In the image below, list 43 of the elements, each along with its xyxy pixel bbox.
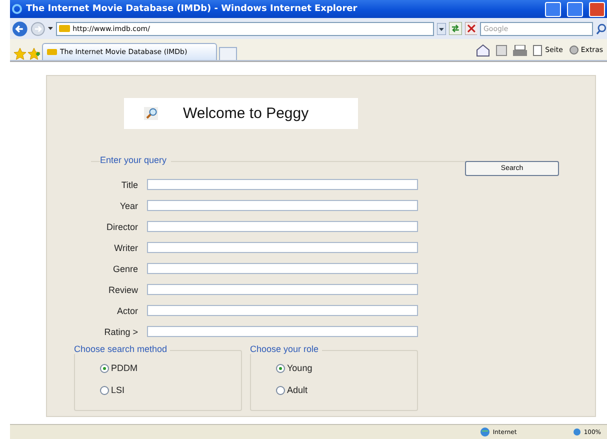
welcome-title: Welcome to Peggy — [183, 105, 309, 122]
forward-icon[interactable] — [30, 22, 45, 36]
query-legend: Enter your query — [100, 155, 171, 165]
input-field[interactable] — [147, 326, 418, 337]
field-label: Year — [118, 200, 138, 210]
input-field[interactable] — [147, 200, 418, 211]
input-field[interactable] — [147, 305, 418, 316]
search-icon[interactable] — [596, 22, 607, 34]
input-field[interactable] — [147, 263, 418, 274]
field-label: Title — [120, 180, 138, 190]
input-field[interactable] — [147, 221, 418, 232]
field-label: Director — [105, 222, 138, 232]
radio-option[interactable]: Adult — [276, 385, 312, 395]
star-icon — [14, 48, 26, 60]
globe-icon — [480, 427, 490, 437]
field-label: Actor — [116, 306, 138, 316]
home-icon — [476, 44, 490, 56]
window-title: The Internet Movie Database (IMDb) - Windows Internet Explorer — [26, 4, 358, 14]
caret-icon — [48, 27, 53, 30]
field-label: Review — [107, 284, 138, 294]
site-icon — [47, 49, 57, 55]
field-label: Rating > — [103, 326, 138, 336]
stop-icon[interactable] — [464, 22, 478, 35]
input-field[interactable] — [147, 242, 418, 253]
radio-option[interactable]: PDDM — [100, 363, 138, 373]
group-legend: Choose search method — [74, 344, 170, 354]
browser-icon — [12, 4, 22, 14]
field-label: Writer — [113, 242, 138, 252]
radio-option[interactable]: Young — [276, 363, 312, 373]
group-legend: Choose your role — [250, 344, 322, 354]
radio-option[interactable]: LSI — [100, 385, 138, 395]
dropdown-icon — [436, 22, 446, 34]
input-field[interactable] — [147, 179, 418, 190]
site-icon — [58, 25, 70, 32]
magnifier-icon — [144, 107, 158, 120]
refresh-icon[interactable] — [448, 22, 462, 35]
printer-icon — [513, 44, 528, 56]
close-button[interactable] — [589, 2, 605, 16]
field-label: Genre — [112, 264, 138, 274]
add-favorite-icon — [28, 48, 40, 60]
input-field[interactable] — [147, 284, 418, 295]
back-icon[interactable] — [12, 20, 28, 36]
new-tab-button[interactable] — [219, 47, 237, 60]
